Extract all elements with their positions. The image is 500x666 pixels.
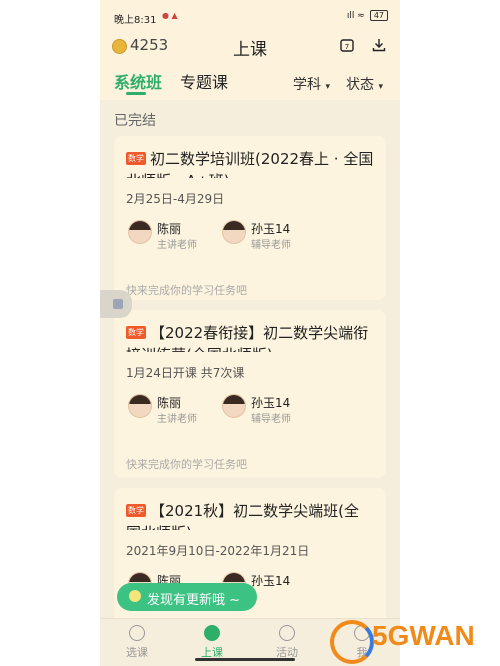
teacher-avatar [128,220,152,244]
floating-side-button[interactable] [100,290,132,318]
status-filter-label: 状态 [346,77,374,93]
book-icon [204,625,220,641]
teacher-role: 主讲老师 [157,414,197,425]
status-bar: 晚上8:31 ● ▲ ıll ≈ 47 [100,0,400,32]
battery-icon: 47 [369,10,388,21]
active-tab-indicator [126,92,146,95]
page-title: 上课 [233,40,267,60]
phone-screen: 晚上8:31 ● ▲ ıll ≈ 47 4253 上课 7 系统班 专题课 学科… [100,0,400,666]
tab-topic-course[interactable]: 专题课 [180,69,228,93]
course-date: 2021年9月10日-2022年1月21日 [126,544,310,558]
subject-filter-label: 学科 [293,77,321,93]
nav-class[interactable]: 上课 [187,625,237,660]
nav-select-course[interactable]: 选课 [112,625,162,660]
course-title: 初二数学培训班(2022春上 · 全国北师版 - A+班) [126,150,374,178]
logo-mark [330,620,374,664]
teacher-name: 陈丽 [157,222,182,236]
compass-icon [129,625,145,641]
section-title: 已完结 [114,113,156,129]
course-card[interactable]: 数学 初二数学培训班(2022春上 · 全国北师版 - A+班) 2月25日-4… [114,136,386,300]
teacher-name: 孙玉14 [251,222,291,236]
toast-text: 发现有更新哦 ~ [147,593,241,608]
app-icon [113,299,123,309]
download-icon[interactable] [372,38,386,52]
bell-icon [129,590,141,602]
chevron-down-icon: ▾ [378,82,383,92]
calendar-icon[interactable]: 7 [340,38,354,52]
watermark-text: 5GWAN [372,620,475,651]
teacher-role: 辅导老师 [251,240,291,251]
course-date: 1月24日开课 共7次课 [126,366,245,380]
course-date: 2月25日-4月29日 [126,192,225,206]
task-hint: 快来完成你的学习任务吧 [126,284,247,297]
activity-icon [279,625,295,641]
course-title: 【2022春衔接】初二数学尖端衔接训练营(全国北师版) [126,324,369,352]
status-time: 晚上8:31 [114,15,157,26]
subject-filter[interactable]: 学科 ▾ [293,74,330,94]
teacher-name: 孙玉14 [251,396,291,410]
status-right: ıll ≈ 47 [347,10,388,21]
header: 4253 上课 7 [100,32,400,60]
update-toast[interactable]: 发现有更新哦 ~ [117,583,257,611]
home-indicator [195,658,295,661]
teacher-role: 主讲老师 [157,240,197,251]
teacher-avatar [128,394,152,418]
teacher-role: 辅导老师 [251,414,291,425]
teacher-name: 陈丽 [157,396,182,410]
signal-wifi-icon: ıll ≈ [346,10,365,21]
tab-system-class[interactable]: 系统班 [114,69,162,93]
teacher-avatar [222,220,246,244]
course-title: 【2021秋】初二数学尖端班(全国北师版) [126,502,360,530]
svg-text:7: 7 [345,43,349,51]
status-indicators: ● ▲ [162,11,178,20]
status-filter[interactable]: 状态 ▾ [346,74,383,94]
watermark-logo: 5GWAN [330,614,500,664]
course-card[interactable]: 数学 【2022春衔接】初二数学尖端衔接训练营(全国北师版) 1月24日开课 共… [114,310,386,478]
teacher-avatar [222,394,246,418]
chevron-down-icon: ▾ [325,82,330,92]
nav-label: 选课 [126,646,148,659]
teacher-name: 孙玉14 [251,574,291,588]
nav-activity[interactable]: 活动 [262,625,312,660]
tab-bar: 系统班 专题课 学科 ▾ 状态 ▾ [100,66,400,96]
task-hint: 快来完成你的学习任务吧 [126,458,247,471]
